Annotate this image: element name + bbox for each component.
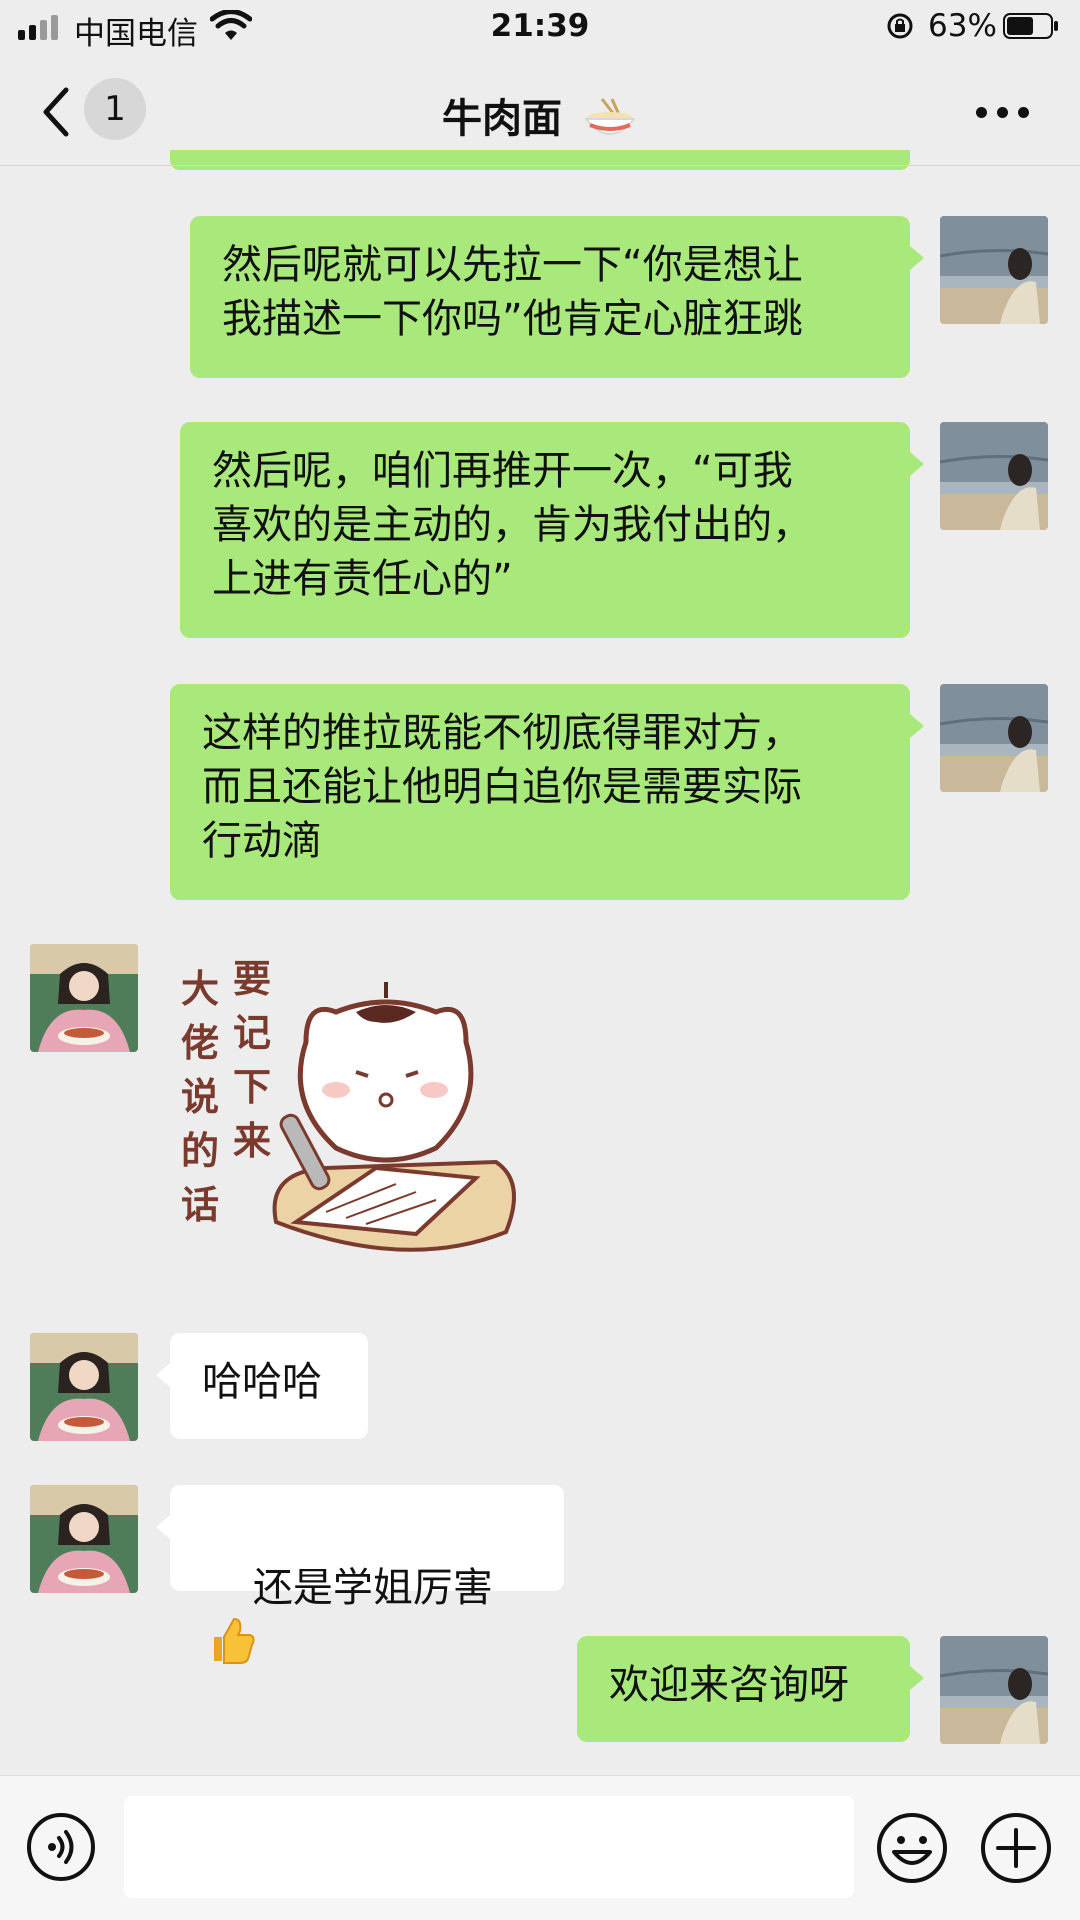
my-avatar[interactable] <box>940 684 1048 792</box>
contact-avatar[interactable] <box>30 1485 138 1593</box>
contact-avatar[interactable] <box>30 944 138 1052</box>
message-bubble-contact[interactable]: 还是学姐厉害 <box>156 1485 564 1664</box>
thumbs-up-icon <box>214 1617 255 1664</box>
message-bubble-contact[interactable]: 哈哈哈 <box>156 1333 368 1439</box>
status-time: 21:39 <box>490 8 590 44</box>
my-avatar[interactable] <box>940 1636 1048 1744</box>
battery-icon <box>1003 13 1058 39</box>
more-options-button[interactable] <box>976 98 1032 128</box>
message-bubble-me[interactable]: 这样的推拉既能不彻底得罪对方， 而且还能让他明白追你是需要实际 行动滴 <box>170 684 924 900</box>
cat-writing-sticker-image <box>272 982 516 1252</box>
message-bubble-me[interactable]: 然后呢就可以先拉一下“你是想让 我描述一下你吗”他肯定心脏狂跳 <box>190 216 924 378</box>
message-text: 还是学姐厉害 <box>252 1565 493 1611</box>
clipped-message-bubble <box>170 150 910 170</box>
chat-title: 牛肉面 <box>0 86 1080 145</box>
plus-icon[interactable] <box>980 1812 1052 1884</box>
emoji-icon[interactable] <box>876 1812 948 1884</box>
my-avatar[interactable] <box>940 422 1048 530</box>
sticker-message[interactable]: 大佬说的话 要记下来 <box>168 952 528 1282</box>
voice-icon[interactable] <box>26 1812 96 1882</box>
battery-percent: 63% <box>928 8 997 44</box>
noodle-bowl-icon <box>583 98 637 135</box>
message-bubble-me[interactable]: 欢迎来咨询呀 <box>577 1636 924 1742</box>
chat-screen: 中国电信 21:39 63% 1 牛肉面 然后呢就可以先拉一下“你是想让 我描述… <box>0 0 1080 1920</box>
rotation-lock-icon <box>887 13 913 39</box>
status-bar: 中国电信 21:39 63% <box>0 0 1080 56</box>
nav-divider <box>0 165 1080 166</box>
contact-avatar[interactable] <box>30 1333 138 1441</box>
sticker-text-left: 大佬说的话 <box>180 967 219 1227</box>
message-input[interactable] <box>124 1796 854 1898</box>
message-bubble-me[interactable]: 然后呢，咱们再推开一次，“可我 喜欢的是主动的，肯为我付出的， 上进有责任心的” <box>180 422 924 638</box>
my-avatar[interactable] <box>940 216 1048 324</box>
input-bar <box>0 1775 1080 1920</box>
chat-title-text: 牛肉面 <box>442 96 563 142</box>
